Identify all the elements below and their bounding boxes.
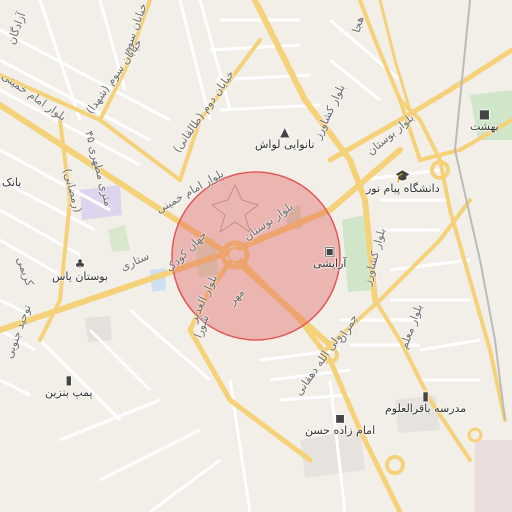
fuel-pump-icon: ▮ xyxy=(65,373,73,387)
poi-bakery[interactable]: ▲ نانوایی لواش xyxy=(255,126,314,151)
poi-park[interactable]: ♣ بوستان یاس xyxy=(52,258,108,283)
poi-bank[interactable]: بانک xyxy=(2,176,21,189)
map-base xyxy=(0,0,512,512)
poi-school[interactable]: ▮ مدرسه باقرالعلوم xyxy=(385,390,466,415)
bakery-icon: ▲ xyxy=(280,125,290,139)
school-icon: ▮ xyxy=(422,389,429,403)
tree-icon: ♣ xyxy=(74,257,86,271)
cemetery-icon: ■ xyxy=(478,107,491,121)
shopping-bag-icon: ▣ xyxy=(324,244,336,258)
poi-university[interactable]: 🎓 دانشگاه پیام نور xyxy=(366,170,440,195)
poi-shrine[interactable]: ◼ امام زاده حسن xyxy=(305,412,375,437)
poi-cemetery[interactable]: ■ بهشت xyxy=(470,108,499,133)
shrine-icon: ◼ xyxy=(335,411,346,425)
university-icon: 🎓 xyxy=(395,169,411,183)
poi-shop[interactable]: ▣ آرایشی xyxy=(313,245,346,270)
map-canvas[interactable]: بانک ▲ نانوایی لواش 🎓 دانشگاه پیام نور ▣… xyxy=(0,0,512,512)
poi-gas[interactable]: ▮ پمپ بنزین xyxy=(45,374,93,399)
